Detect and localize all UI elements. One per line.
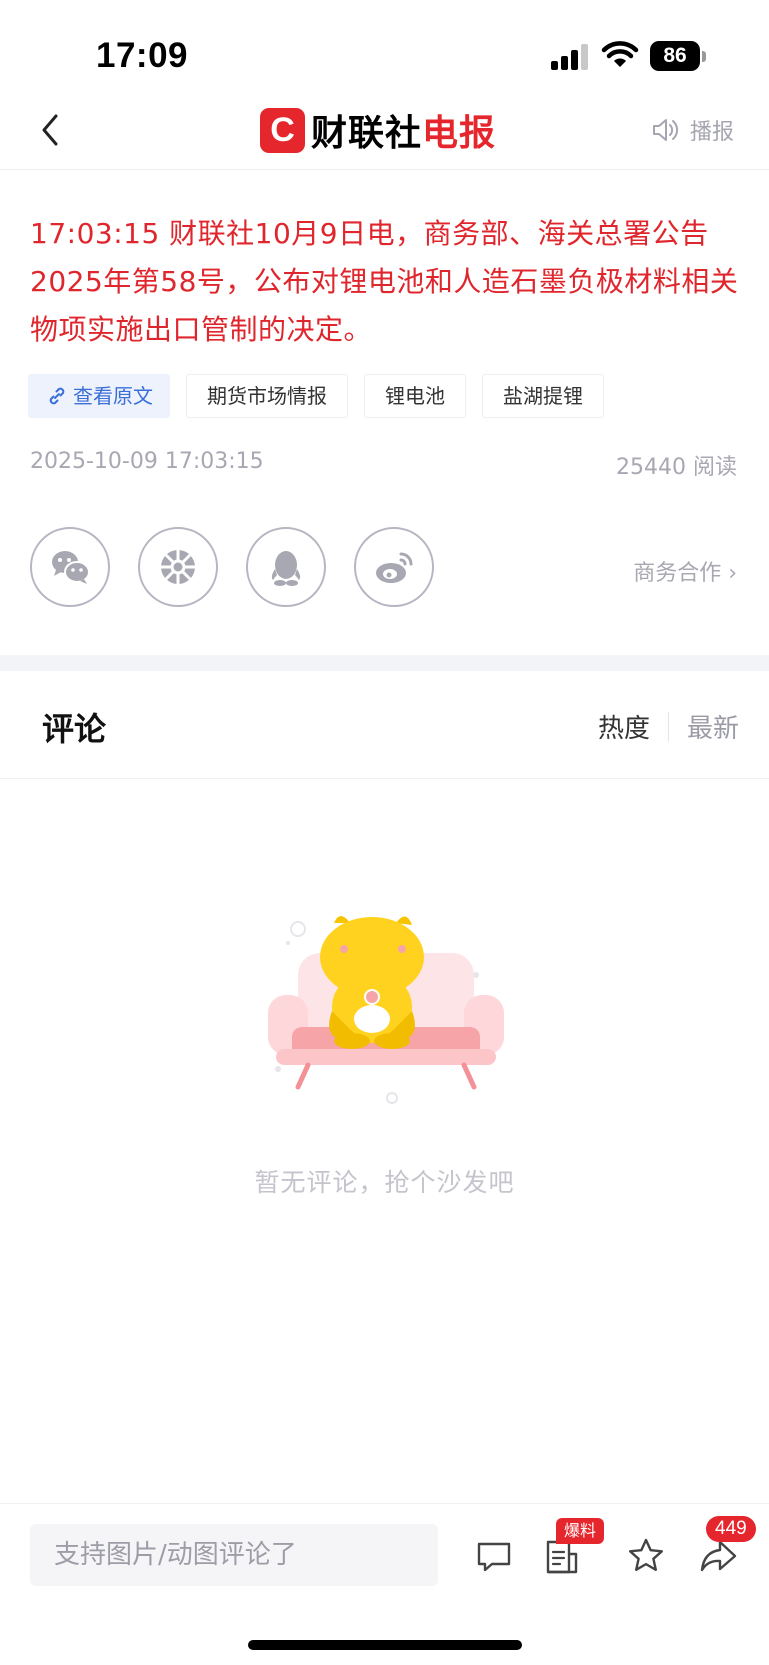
read-count: 25440 阅读: [616, 455, 737, 480]
battery-icon: 86: [650, 41, 706, 71]
tip-off-badge: 爆料: [556, 1518, 605, 1544]
tag-futures-intel[interactable]: 期货市场情报: [186, 374, 348, 418]
empty-comments-text: 暂无评论，抢个沙发吧: [254, 1168, 515, 1197]
share-qq-button[interactable]: [246, 527, 326, 607]
share-wechat-button[interactable]: [30, 527, 110, 607]
tag-salt-lake-lithium[interactable]: 盐湖提锂: [482, 374, 604, 418]
app-logo: C 财联社 电报: [260, 106, 496, 154]
empty-comments-illustration: [268, 916, 504, 1104]
logo-mark: C: [260, 107, 305, 153]
tab-separator: [667, 711, 669, 742]
telegraph-text: 17:03:15 财联社10月9日电，商务部、海关总署公告2025年第58号，公…: [30, 217, 739, 346]
share-row: [30, 527, 434, 607]
home-indicator: [248, 1640, 522, 1650]
speaker-icon: [653, 119, 679, 141]
broadcast-button[interactable]: 播报: [650, 112, 734, 148]
chevron-left-icon[interactable]: [36, 110, 64, 150]
comments-title: 评论: [42, 710, 107, 748]
logo-text: 财联社: [311, 113, 423, 154]
comment-sort-tabs: 热度 最新: [598, 708, 739, 745]
nav-bar: C 财联社 电报 播报: [0, 96, 769, 170]
link-icon: [49, 387, 65, 405]
tag-lithium-battery[interactable]: 锂电池: [364, 374, 466, 418]
view-source-label: 查看原文: [73, 384, 153, 408]
wifi-icon: [601, 41, 639, 67]
broadcast-label: 播报: [690, 120, 735, 145]
wechat-icon: [52, 551, 90, 584]
logo-text-highlight: 电报: [422, 113, 497, 154]
business-cooperation-link[interactable]: 商务合作 ›: [633, 555, 737, 587]
qq-icon: [271, 551, 301, 586]
comment-icon[interactable]: [474, 1536, 514, 1576]
status-bar: 17:09 86: [0, 0, 769, 110]
battery-level: 86: [650, 41, 700, 71]
moments-icon: [161, 550, 195, 584]
share-icon[interactable]: [698, 1536, 738, 1576]
cellular-signal-icon: [551, 44, 588, 70]
tab-sort-hot[interactable]: 热度: [598, 708, 650, 745]
tab-sort-latest[interactable]: 最新: [687, 708, 739, 745]
section-divider: [0, 655, 769, 671]
comment-input[interactable]: 支持图片/动图评论了: [30, 1524, 438, 1586]
status-time: 17:09: [96, 36, 189, 75]
publish-date: 2025-10-09 17:03:15: [30, 449, 264, 474]
share-moments-button[interactable]: [138, 527, 218, 607]
star-icon[interactable]: [626, 1536, 666, 1576]
view-source-link[interactable]: 查看原文: [28, 374, 170, 418]
comments-divider: [0, 778, 769, 779]
weibo-icon: [376, 552, 413, 583]
share-count-badge: 449: [706, 1516, 756, 1542]
share-weibo-button[interactable]: [354, 527, 434, 607]
tag-row: 查看原文 期货市场情报 锂电池 盐湖提锂: [28, 374, 604, 418]
